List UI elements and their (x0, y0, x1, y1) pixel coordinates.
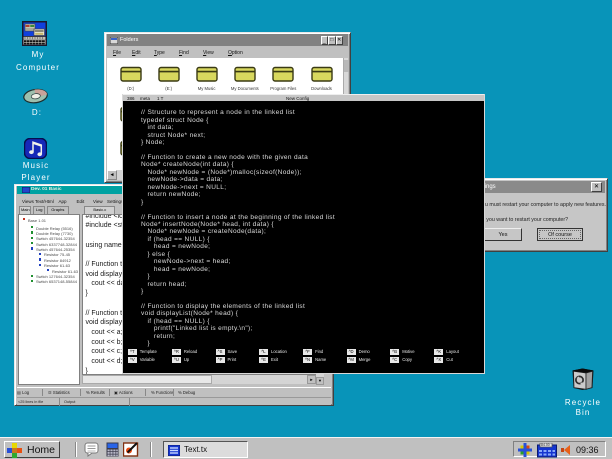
svg-text:84.00: 84.00 (541, 443, 550, 447)
